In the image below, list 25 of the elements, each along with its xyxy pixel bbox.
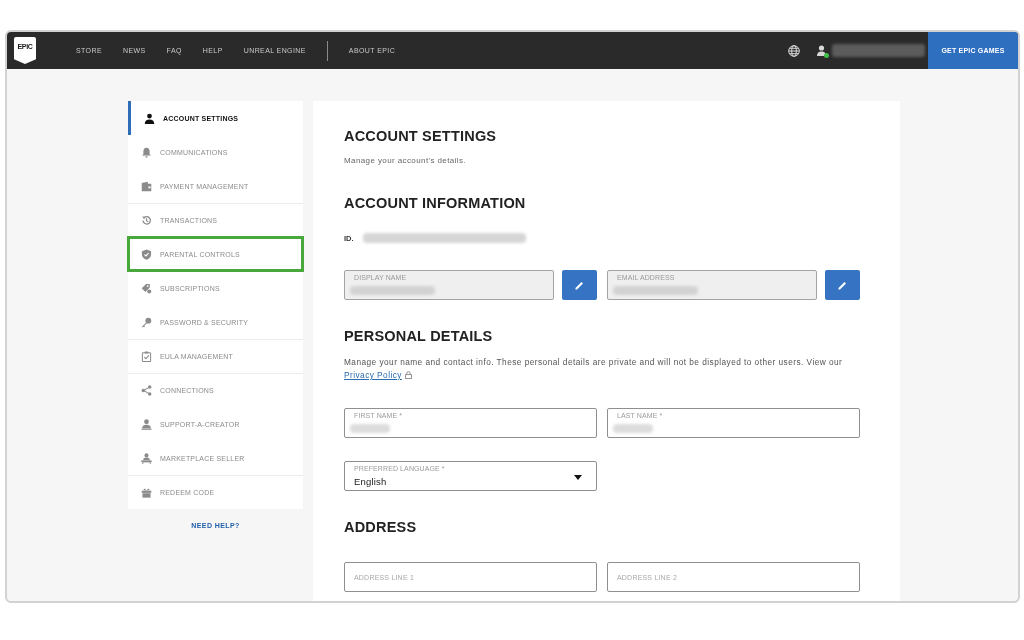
history-icon	[141, 214, 152, 226]
clipboard-check-icon	[141, 350, 152, 362]
person-icon	[144, 112, 155, 124]
person-icon	[141, 418, 152, 430]
section-heading: PERSONAL DETAILS	[344, 328, 494, 345]
person-at-desk-icon	[141, 452, 152, 464]
user-icon	[817, 44, 826, 56]
bell-icon	[141, 146, 152, 158]
globe-icon	[788, 44, 800, 57]
section-heading: ACCOUNT INFORMATION	[344, 195, 527, 212]
tag-icon	[141, 282, 152, 294]
section-description: Manage your name and contact info. These personal details are private and will not be displayed to other users. View our Privacy Policy	[344, 356, 844, 382]
caret-down-icon	[574, 475, 582, 480]
key-icon	[141, 316, 152, 328]
wallet-icon	[141, 180, 152, 192]
page-title: ACCOUNT SETTINGS	[344, 128, 498, 145]
share-icon	[141, 384, 152, 396]
gift-icon	[141, 486, 152, 498]
privacy-policy-link[interactable]: Privacy Policy	[344, 370, 402, 380]
page-subtitle: Manage your account's details.	[344, 155, 468, 167]
lock-icon	[404, 371, 412, 379]
pencil-icon	[575, 280, 584, 290]
pencil-icon	[838, 280, 847, 290]
section-heading: ADDRESS	[344, 519, 418, 536]
shield-icon	[141, 248, 152, 260]
